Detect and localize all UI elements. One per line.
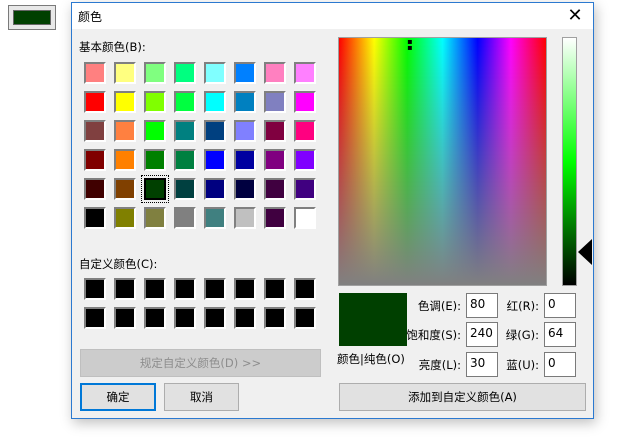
basic-color-swatch[interactable] <box>84 62 106 84</box>
basic-color-swatch[interactable] <box>174 91 196 113</box>
custom-color-swatch[interactable] <box>144 307 166 329</box>
custom-color-swatch[interactable] <box>84 307 106 329</box>
basic-color-swatch[interactable] <box>204 207 226 229</box>
basic-color-swatch[interactable] <box>144 149 166 171</box>
basic-color-swatch[interactable] <box>174 120 196 142</box>
basic-color-swatch[interactable] <box>114 120 136 142</box>
custom-color-swatch[interactable] <box>234 278 256 300</box>
custom-colors-label: 自定义颜色(C): <box>79 257 158 271</box>
basic-color-swatch[interactable] <box>204 91 226 113</box>
custom-color-swatch[interactable] <box>264 278 286 300</box>
basic-color-swatch[interactable] <box>294 120 316 142</box>
custom-color-swatch[interactable] <box>294 307 316 329</box>
blue-label: 蓝(U): <box>506 358 539 372</box>
basic-color-swatch[interactable] <box>234 149 256 171</box>
basic-color-swatch[interactable] <box>264 207 286 229</box>
basic-color-swatch[interactable] <box>264 62 286 84</box>
hue-input[interactable]: 80 <box>466 293 498 318</box>
basic-color-swatch[interactable] <box>264 120 286 142</box>
basic-color-swatch[interactable] <box>174 149 196 171</box>
basic-color-swatch[interactable] <box>114 178 136 200</box>
luminance-slider[interactable] <box>562 37 577 286</box>
basic-color-swatch[interactable] <box>174 207 196 229</box>
cancel-button[interactable]: 取消 <box>164 383 239 411</box>
basic-color-swatch[interactable] <box>264 149 286 171</box>
custom-color-swatch[interactable] <box>264 307 286 329</box>
crosshair-icon[interactable]: ▪ ▪ <box>405 38 415 52</box>
basic-color-swatch[interactable] <box>114 62 136 84</box>
green-label: 绿(G): <box>505 328 539 342</box>
basic-color-swatch[interactable] <box>204 149 226 171</box>
basic-color-swatch[interactable] <box>144 120 166 142</box>
basic-color-swatch[interactable] <box>114 149 136 171</box>
color-spectrum[interactable]: ▪ ▪ <box>338 37 547 286</box>
green-input[interactable]: 64 <box>544 322 576 347</box>
saturation-input[interactable]: 240 <box>466 322 498 347</box>
basic-color-swatch[interactable] <box>84 149 106 171</box>
custom-color-swatch[interactable] <box>144 278 166 300</box>
basic-color-swatch[interactable] <box>204 178 226 200</box>
color-solid-label: 颜色|纯色(O) <box>337 352 405 366</box>
saturation-label: 饱和度(S): <box>406 328 461 342</box>
close-icon[interactable]: ✕ <box>565 5 585 26</box>
basic-color-swatch[interactable] <box>264 91 286 113</box>
luminance-label: 亮度(L): <box>418 358 461 372</box>
custom-color-swatch[interactable] <box>204 278 226 300</box>
basic-color-swatch[interactable] <box>234 178 256 200</box>
dialog-title: 颜色 <box>78 10 103 24</box>
red-label: 红(R): <box>506 299 539 313</box>
red-input[interactable]: 0 <box>544 293 576 318</box>
custom-color-swatch[interactable] <box>204 307 226 329</box>
basic-color-swatch[interactable] <box>174 62 196 84</box>
basic-color-swatch[interactable] <box>234 62 256 84</box>
define-custom-colors-button[interactable]: 规定自定义颜色(D) >> <box>80 349 321 377</box>
basic-color-swatch[interactable] <box>294 62 316 84</box>
luminance-input[interactable]: 30 <box>466 352 498 377</box>
luminance-arrow-icon[interactable] <box>578 239 592 265</box>
custom-color-swatch[interactable] <box>84 278 106 300</box>
basic-color-swatch[interactable] <box>144 91 166 113</box>
basic-color-swatch[interactable] <box>234 120 256 142</box>
basic-color-swatch[interactable] <box>294 207 316 229</box>
blue-input[interactable]: 0 <box>544 352 576 377</box>
custom-color-swatch[interactable] <box>174 278 196 300</box>
basic-color-swatch[interactable] <box>294 149 316 171</box>
basic-color-swatch[interactable] <box>204 120 226 142</box>
color-preview-swatch <box>13 10 51 25</box>
current-color-swatch <box>339 293 407 346</box>
basic-color-swatch[interactable] <box>174 178 196 200</box>
custom-color-swatch[interactable] <box>114 307 136 329</box>
basic-color-swatch[interactable] <box>234 207 256 229</box>
basic-color-swatch[interactable] <box>144 207 166 229</box>
title-bar: 颜色 ✕ <box>72 3 593 29</box>
basic-color-swatch[interactable] <box>84 120 106 142</box>
basic-color-swatch[interactable] <box>84 207 106 229</box>
basic-color-swatch[interactable] <box>294 91 316 113</box>
ok-button[interactable]: 确定 <box>80 383 156 411</box>
custom-color-swatch[interactable] <box>234 307 256 329</box>
custom-color-swatch[interactable] <box>174 307 196 329</box>
basic-color-swatch[interactable] <box>84 91 106 113</box>
basic-color-swatch[interactable] <box>294 178 316 200</box>
custom-color-swatch[interactable] <box>114 278 136 300</box>
basic-color-swatch[interactable] <box>141 175 169 203</box>
basic-colors-label: 基本颜色(B): <box>79 40 146 54</box>
hue-label: 色调(E): <box>417 299 461 313</box>
basic-color-swatch[interactable] <box>114 207 136 229</box>
add-to-custom-colors-button[interactable]: 添加到自定义颜色(A) <box>339 383 586 411</box>
custom-color-swatch[interactable] <box>294 278 316 300</box>
basic-color-swatch[interactable] <box>264 178 286 200</box>
basic-color-swatch[interactable] <box>84 178 106 200</box>
basic-color-swatch[interactable] <box>234 91 256 113</box>
color-dialog: 颜色 ✕ 基本颜色(B): 自定义颜色(C): 规定自定义颜色(D) >> 确定… <box>71 2 594 419</box>
basic-color-swatch[interactable] <box>114 91 136 113</box>
basic-color-swatch[interactable] <box>144 62 166 84</box>
basic-color-swatch[interactable] <box>204 62 226 84</box>
color-preview-button[interactable] <box>8 5 56 30</box>
